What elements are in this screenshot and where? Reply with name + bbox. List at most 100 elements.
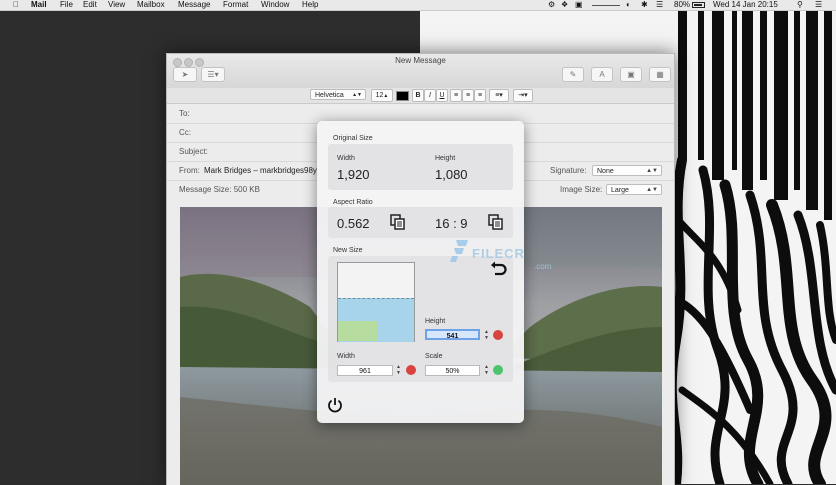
menu-view[interactable]: View [108, 0, 125, 10]
window-title: New Message [395, 56, 446, 65]
bluetooth-icon[interactable]: ✱ [641, 0, 648, 10]
new-width-input[interactable]: 961 [337, 365, 393, 376]
font-icon: A [599, 70, 605, 79]
italic-button[interactable]: I [424, 89, 436, 102]
chevron-updown-icon: ▲▼ [646, 187, 658, 193]
align-right-button[interactable]: ≡ [474, 89, 486, 102]
align-center-icon: ≡ [465, 92, 471, 99]
align-left-button[interactable]: ≡ [450, 89, 462, 102]
align-right-icon: ≡ [477, 92, 483, 99]
cc-label: Cc: [179, 128, 191, 137]
menu-file[interactable]: File [60, 0, 73, 10]
original-width-label: Width [337, 155, 355, 162]
aspect-ratio-decimal: 0.562 [337, 216, 370, 231]
dropbox-icon[interactable]: ❖ [561, 0, 568, 10]
chevron-updown-icon: ▲ [383, 93, 389, 99]
subject-label: Subject: [179, 147, 208, 156]
undo-icon[interactable] [490, 260, 508, 278]
format-button[interactable]: A [591, 67, 613, 82]
scale-label: Scale [425, 353, 443, 360]
height-lock-icon[interactable] [493, 330, 503, 340]
paperclip-icon: ✎ [569, 70, 577, 79]
original-height-value: 1,080 [435, 167, 468, 182]
indent-button[interactable]: ⇥▾ [513, 89, 533, 102]
image-size-label: Image Size: [560, 185, 603, 194]
new-size-box: Height 541 ▲ ▼ Width 961 ▲ ▼ Scale 50% ▲ ▼ [328, 256, 513, 382]
progress-line-icon [592, 5, 620, 6]
chevron-updown-icon: ▲▼ [646, 168, 658, 174]
message-size-text: Message Size: 500 KB [179, 185, 260, 194]
aspect-ratio-fraction: 16 : 9 [435, 216, 468, 231]
power-icon[interactable] [327, 397, 343, 413]
list-icon: ≡▾ [495, 92, 503, 99]
scale-lock-icon[interactable] [493, 365, 503, 375]
original-size-title: Original Size [333, 135, 373, 142]
chevron-updown-icon: ▲▼ [352, 92, 362, 98]
width-stepper[interactable]: ▲ ▼ [395, 364, 402, 376]
camera-icon[interactable]: ▣ [575, 0, 583, 10]
scale-input[interactable]: 50% [425, 365, 480, 376]
image-size-select[interactable]: Large ▲▼ [606, 184, 662, 195]
menu-edit[interactable]: Edit [83, 0, 97, 10]
aspect-ratio-title: Aspect Ratio [333, 199, 373, 206]
font-family-value: Helvetica [315, 92, 344, 99]
font-family-select[interactable]: Helvetica ▲▼ [310, 89, 366, 100]
clock[interactable]: Wed 14 Jan 20:15 [713, 0, 778, 10]
stationery-button[interactable]: ▦ [649, 67, 671, 82]
battery-icon[interactable] [692, 2, 705, 8]
photo-browser-button[interactable]: ▣ [620, 67, 642, 82]
menu-mailbox[interactable]: Mailbox [137, 0, 165, 10]
menu-bar:  Mail File Edit View Mailbox Message Fo… [0, 0, 836, 11]
resize-popover: Original Size Width 1,920 Height 1,080 A… [317, 121, 524, 423]
stationery-icon: ▦ [656, 70, 664, 79]
size-preview [337, 262, 415, 342]
menu-help[interactable]: Help [302, 0, 318, 10]
new-width-label: Width [337, 353, 355, 360]
photo-icon: ▣ [627, 70, 635, 79]
timemachine-icon[interactable]: ◐ [626, 0, 631, 10]
notification-center-icon[interactable]: ☰ [815, 0, 822, 10]
new-size-title: New Size [333, 247, 363, 254]
attach-button[interactable]: ✎ [562, 67, 584, 82]
align-center-button[interactable]: ≡ [462, 89, 474, 102]
copy-icon[interactable] [390, 214, 406, 230]
original-width-value: 1,920 [337, 167, 370, 182]
menu-window[interactable]: Window [261, 0, 289, 10]
header-fields-icon: ☰▾ [207, 70, 219, 79]
aspect-ratio-box: 0.562 16 : 9 [328, 207, 513, 238]
signature-value: None [597, 168, 614, 175]
font-size-select[interactable]: 12▲ [371, 89, 393, 102]
menu-message[interactable]: Message [178, 0, 210, 10]
image-size-value: Large [611, 187, 629, 194]
new-height-label: Height [425, 318, 446, 325]
list-button[interactable]: ≡▾ [489, 89, 509, 102]
gear-icon[interactable]: ⚙ [548, 0, 555, 10]
window-titlebar: New Message ➤ ☰▾ ✎ A ▣ ▦ [167, 54, 674, 89]
indent-icon: ⇥▾ [518, 92, 528, 99]
format-bar: Helvetica ▲▼ 12▲ B I U ≡ ≡ ≡ ≡▾ ⇥▾ [167, 88, 674, 104]
new-height-input[interactable]: 541 [425, 329, 480, 340]
text-color-swatch[interactable] [396, 91, 409, 101]
height-stepper[interactable]: ▲ ▼ [483, 329, 490, 341]
underline-button[interactable]: U [436, 89, 448, 102]
from-label: From: [179, 166, 200, 175]
send-button[interactable]: ➤ [173, 67, 197, 82]
signature-select[interactable]: None ▲▼ [592, 165, 662, 176]
send-icon: ➤ [181, 70, 189, 79]
bold-button[interactable]: B [412, 89, 424, 102]
menu-format[interactable]: Format [223, 0, 248, 10]
from-value[interactable]: Mark Bridges – markbridges98y [204, 166, 317, 175]
spotlight-search-icon[interactable]: ⚲ [797, 0, 803, 10]
width-lock-icon[interactable] [406, 365, 416, 375]
scale-stepper[interactable]: ▲ ▼ [483, 364, 490, 376]
menu-mail[interactable]: Mail [31, 0, 47, 10]
signature-label: Signature: [550, 166, 587, 175]
original-height-label: Height [435, 155, 456, 162]
align-left-icon: ≡ [453, 92, 459, 99]
preview-scaled-area [338, 321, 377, 341]
wifi-icon[interactable]: ☰ [656, 0, 663, 10]
copy-icon[interactable] [488, 214, 504, 230]
apple-icon[interactable]:  [13, 0, 19, 10]
battery-percent[interactable]: 80% [674, 0, 690, 10]
header-fields-button[interactable]: ☰▾ [201, 67, 225, 82]
